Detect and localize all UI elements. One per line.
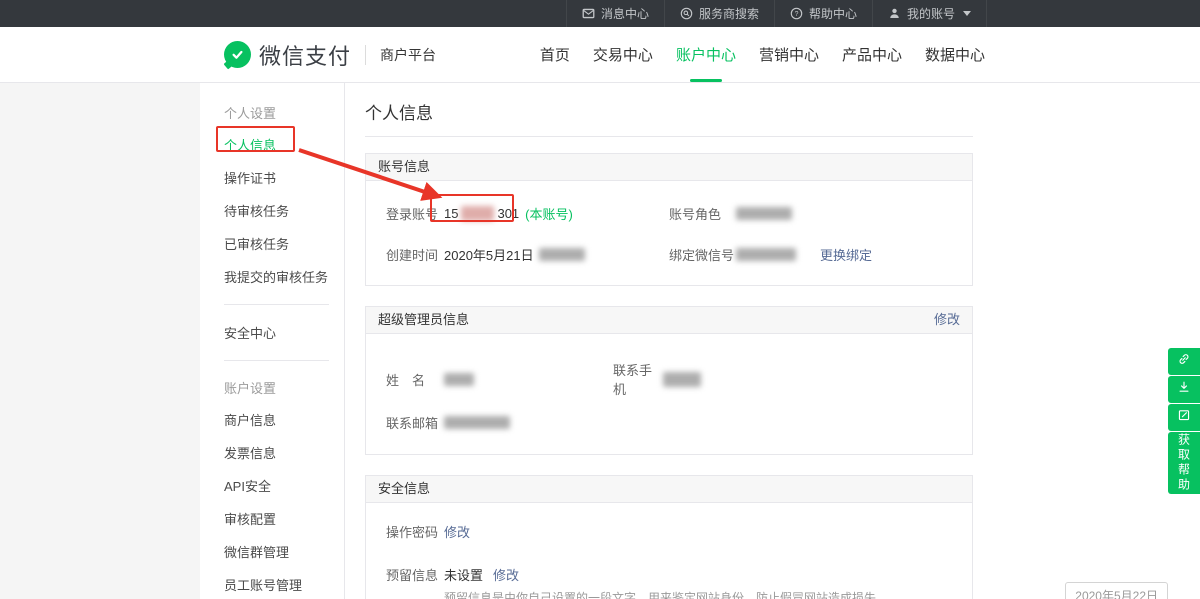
sidebar-item-review-config[interactable]: 审核配置 (200, 502, 344, 535)
sidebar-group-account-settings: 账户设置 (200, 372, 344, 403)
mail-icon (582, 7, 595, 20)
sidebar-item-personal-info[interactable]: 个人信息 (200, 128, 344, 161)
card-title: 超级管理员信息 (378, 307, 469, 333)
topbar-item-label: 消息中心 (601, 5, 649, 22)
edit-reserved-info-link[interactable]: 修改 (493, 565, 519, 584)
security-info-card-header: 安全信息 (366, 476, 972, 503)
card-title: 安全信息 (378, 476, 430, 502)
created-time-value: 2020年5月21日 (444, 245, 534, 264)
sidebar-group-personal-settings: 个人设置 (200, 97, 344, 128)
page-body: 个人设置 个人信息 操作证书 待审核任务 已审核任务 我提交的审核任务 安全中心… (0, 83, 1200, 599)
super-admin-card: 超级管理员信息 修改 姓 名 联系手机 (365, 306, 973, 455)
redacted-wechat-id (736, 248, 796, 261)
topbar-item-label: 我的账号 (907, 5, 955, 22)
edit-admin-link[interactable]: 修改 (934, 307, 960, 333)
account-info-card: 账号信息 登录账号 15301 (本账号) 账号角色 (365, 153, 973, 286)
sidebar-item-reviewed[interactable]: 已审核任务 (200, 227, 344, 260)
question-circle-icon: ? (790, 7, 803, 20)
topbar-sp-search[interactable]: 服务商搜索 (664, 0, 774, 27)
redacted-phone (663, 372, 701, 387)
security-info-card: 安全信息 操作密码 修改 预留信息 未设置 修改 预留信息是由你自己设置的一段文… (365, 475, 973, 599)
name-label: 姓 名 (386, 370, 444, 389)
sidebar-item-api-security[interactable]: API安全 (200, 469, 344, 502)
chevron-down-icon (963, 11, 971, 16)
left-gutter (0, 83, 200, 599)
user-icon (888, 7, 901, 20)
app-root: 消息中心 服务商搜索 ? 帮助中心 我的账号 微信支付 商户平台 首页 交易中心 (0, 0, 1200, 599)
portal-name: 商户平台 (380, 45, 436, 65)
nav-product-center[interactable]: 产品中心 (842, 40, 902, 69)
created-time-label: 创建时间 (386, 245, 444, 264)
topbar-my-account[interactable]: 我的账号 (872, 0, 987, 27)
topbar-help-center[interactable]: ? 帮助中心 (774, 0, 872, 27)
date-box: 2020年5月22日 (1065, 582, 1168, 599)
reserved-info-status: 未设置 (444, 565, 483, 584)
reserved-info-label: 预留信息 (386, 565, 444, 584)
feedback-button[interactable] (1168, 404, 1200, 431)
nav-account-center[interactable]: 账户中心 (676, 40, 736, 69)
brand-name: 微信支付 (259, 39, 351, 71)
main-nav: 首页 交易中心 账户中心 营销中心 产品中心 数据中心 (540, 40, 985, 69)
sidebar-item-wechat-group-mgmt[interactable]: 微信群管理 (200, 535, 344, 568)
bound-wechat-label: 绑定微信号 (669, 245, 736, 264)
quick-link-button[interactable] (1168, 348, 1200, 375)
sidebar-item-invoice-info[interactable]: 发票信息 (200, 436, 344, 469)
redacted-created-time (539, 248, 585, 261)
super-admin-card-header: 超级管理员信息 修改 (366, 307, 972, 334)
change-binding-link[interactable]: 更换绑定 (820, 245, 872, 264)
sidebar-divider (224, 360, 329, 361)
current-account-tag: (本账号) (525, 204, 573, 223)
account-role-label: 账号角色 (669, 204, 736, 223)
redacted-name (444, 373, 474, 386)
sidebar-item-staff-account-mgmt[interactable]: 员工账号管理 (200, 568, 344, 599)
topbar-item-label: 帮助中心 (809, 5, 857, 22)
sidebar-item-my-submitted-review[interactable]: 我提交的审核任务 (200, 260, 344, 293)
nav-data-center[interactable]: 数据中心 (925, 40, 985, 69)
search-circle-icon (680, 7, 693, 20)
reserved-info-description: 预留信息是由你自己设置的一段文字，用来鉴定网站身份，防止假冒网站造成损失。 配置… (444, 590, 972, 599)
operation-password-label: 操作密码 (386, 522, 444, 541)
redacted-email (444, 416, 510, 429)
topbar-item-label: 服务商搜索 (699, 5, 759, 22)
brand-separator (365, 45, 366, 65)
edit-icon (1177, 408, 1191, 427)
sidebar-item-security-center[interactable]: 安全中心 (200, 316, 344, 349)
sidebar-item-operation-cert[interactable]: 操作证书 (200, 161, 344, 194)
download-icon (1177, 380, 1191, 399)
link-icon (1177, 352, 1191, 371)
sidebar-item-pending-review[interactable]: 待审核任务 (200, 194, 344, 227)
sidebar-divider (224, 304, 329, 305)
topbar: 消息中心 服务商搜索 ? 帮助中心 我的账号 (0, 0, 1200, 27)
title-divider (365, 136, 973, 137)
get-help-label: 获取帮助 (1176, 433, 1193, 493)
login-account-value: 15301 (444, 206, 519, 221)
redacted-account-role (736, 207, 792, 220)
contact-email-label: 联系邮箱 (386, 413, 444, 432)
edit-password-link[interactable]: 修改 (444, 522, 470, 541)
site-header: 微信支付 商户平台 首页 交易中心 账户中心 营销中心 产品中心 数据中心 (0, 27, 1200, 83)
svg-text:?: ? (795, 11, 799, 18)
sidebar: 个人设置 个人信息 操作证书 待审核任务 已审核任务 我提交的审核任务 安全中心… (200, 83, 345, 599)
wechat-pay-check-icon (224, 41, 251, 68)
get-help-button[interactable]: 获取帮助 (1168, 432, 1200, 494)
download-button[interactable] (1168, 376, 1200, 403)
nav-home[interactable]: 首页 (540, 40, 570, 69)
card-title: 账号信息 (378, 154, 430, 180)
main-content: 个人信息 账号信息 登录账号 15301 (本账号) 账号角色 (345, 83, 1200, 599)
contact-phone-label: 联系手机 (613, 360, 663, 398)
account-info-card-header: 账号信息 (366, 154, 972, 181)
redacted-login-digits (461, 206, 494, 221)
float-button-group: 获取帮助 (1168, 348, 1200, 495)
nav-marketing-center[interactable]: 营销中心 (759, 40, 819, 69)
brand-logo[interactable]: 微信支付 商户平台 (224, 39, 436, 71)
sidebar-item-merchant-info[interactable]: 商户信息 (200, 403, 344, 436)
page-title: 个人信息 (365, 99, 1200, 124)
login-account-label: 登录账号 (386, 204, 444, 223)
nav-transaction-center[interactable]: 交易中心 (593, 40, 653, 69)
topbar-message-center[interactable]: 消息中心 (566, 0, 664, 27)
